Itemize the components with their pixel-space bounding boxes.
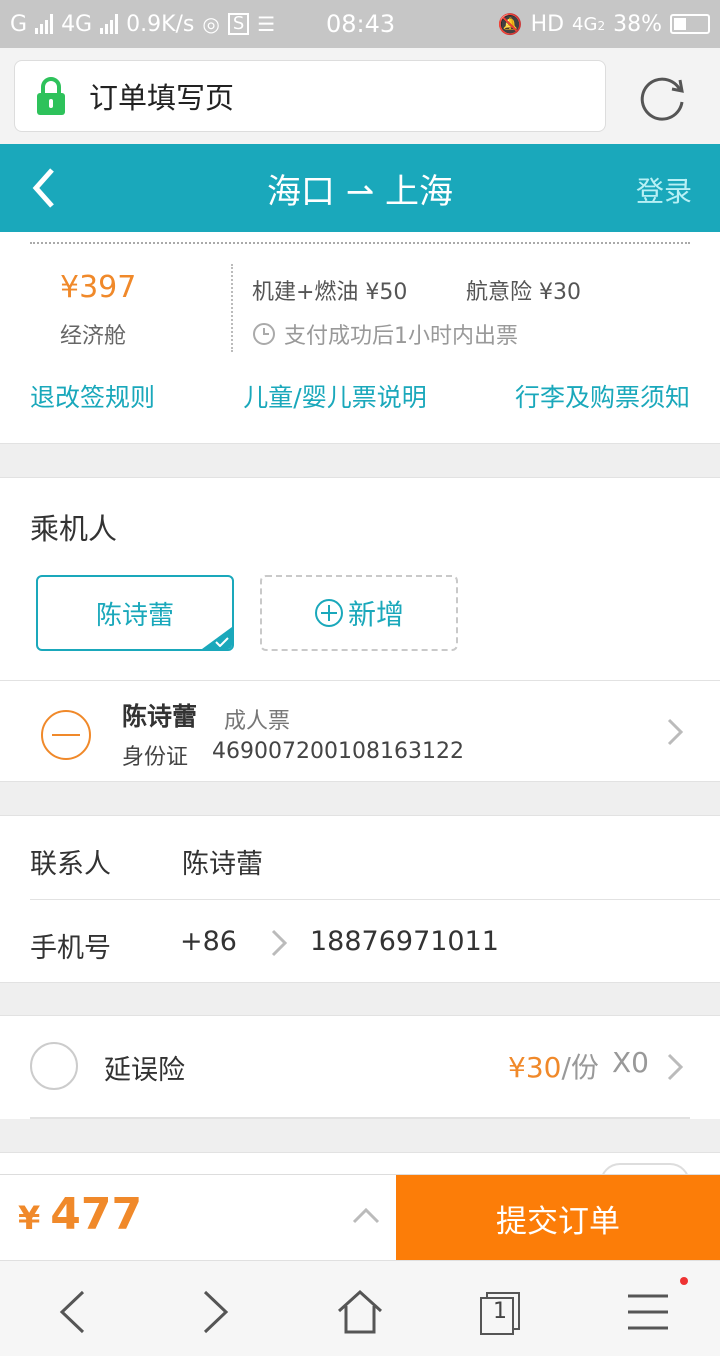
nav-forward-button[interactable] <box>188 1287 244 1337</box>
pay-bar: ¥ 477 提交订单 <box>0 1174 720 1261</box>
chevron-left-icon <box>59 1290 85 1334</box>
country-code-selector[interactable]: +86 <box>180 926 237 957</box>
contact-section: 联系人 陈诗蕾 手机号 +86 18876971011 <box>0 815 720 983</box>
plus-circle-icon <box>314 599 343 627</box>
delay-insurance-label: 延误险 <box>104 1055 185 1086</box>
network-label: 4G <box>61 11 93 37</box>
clock-icon <box>253 323 275 345</box>
status-bar: G 4G 0.9K/s ◎ S ☰ 08:43 🔕 HD 4G2 38% <box>0 0 720 48</box>
tab-count: 1 <box>493 1298 507 1324</box>
page-header: 海口 ⇀ 上海 登录 <box>0 144 720 232</box>
currency-symbol: ¥ <box>18 1199 41 1237</box>
issue-note: 支付成功后1小时内出票 <box>252 318 518 350</box>
remove-passenger-icon[interactable] <box>40 709 92 761</box>
fare-card: ¥397 经济舱 机建+燃油 ¥50 航意险 ¥30 支付成功后1小时内出票 退… <box>0 232 720 444</box>
lock-icon <box>37 77 65 115</box>
chevron-right-icon <box>667 718 684 746</box>
passenger-chip-selected[interactable]: 陈诗蕾 <box>36 575 234 651</box>
app-status-icon: ◎ <box>202 12 220 36</box>
signal-icon <box>35 14 54 34</box>
reload-icon[interactable] <box>636 72 688 124</box>
dotted-divider <box>30 242 690 244</box>
issue-note-text: 支付成功后1小时内出票 <box>284 324 518 349</box>
battery-percent: 38% <box>613 11 662 37</box>
ticket-type: 成人票 <box>224 709 291 734</box>
nav-home-button[interactable] <box>332 1287 388 1337</box>
fare-links: 退改签规则 儿童/婴儿票说明 行李及购票须知 <box>30 378 690 414</box>
refund-rules-link[interactable]: 退改签规则 <box>30 378 155 414</box>
next-row <box>0 1152 720 1203</box>
chevron-right-icon[interactable] <box>270 928 288 958</box>
nav-menu-button[interactable] <box>620 1287 676 1337</box>
mute-bell-icon: 🔕 <box>497 12 523 36</box>
chevron-up-icon[interactable] <box>352 1205 380 1225</box>
database-icon: ☰ <box>257 12 276 36</box>
id-number: 469007200108163122 <box>212 739 464 764</box>
chevron-right-icon <box>203 1290 229 1334</box>
s-icon: S <box>227 13 250 35</box>
net-type: 4G2 <box>572 13 606 35</box>
battery-icon <box>670 14 710 34</box>
browser-nav-bar <box>0 1260 720 1356</box>
login-link[interactable]: 登录 <box>636 170 692 210</box>
vertical-divider <box>231 264 233 352</box>
fare-price: ¥397 <box>60 270 137 305</box>
contact-label: 联系人 <box>30 849 111 880</box>
id-type: 身份证 <box>122 745 189 770</box>
divider <box>30 899 720 900</box>
chevron-right-icon <box>667 1053 684 1081</box>
delay-insurance-count: X0 <box>612 1046 649 1079</box>
phone-field[interactable]: 18876971011 <box>310 926 499 957</box>
nav-back-button[interactable] <box>44 1287 100 1337</box>
passenger-row[interactable]: 陈诗蕾 成人票 身份证 469007200108163122 <box>0 681 720 782</box>
add-passenger-label: 新增 <box>347 598 404 631</box>
cabin-class: 经济舱 <box>60 324 127 349</box>
contact-name-field[interactable]: 陈诗蕾 <box>182 842 263 881</box>
tax-fee: 机建+燃油 ¥50 <box>252 280 408 305</box>
url-field[interactable]: 订单填写页 <box>14 60 606 132</box>
menu-icon <box>628 1294 668 1330</box>
hd-label: HD <box>530 11 565 37</box>
passenger-section-title: 乘机人 <box>30 512 118 546</box>
total-price: ¥ 477 <box>18 1189 142 1240</box>
submit-order-button[interactable]: 提交订单 <box>396 1175 720 1261</box>
carrier-label: G <box>10 11 28 37</box>
accident-insurance: 航意险 ¥30 <box>466 280 581 305</box>
total-amount: 477 <box>50 1189 143 1240</box>
passenger-name: 陈诗蕾 <box>122 702 198 731</box>
baggage-notice-link[interactable]: 行李及购票须知 <box>515 378 690 414</box>
clock: 08:43 <box>326 10 396 38</box>
divider <box>30 1117 690 1119</box>
add-passenger-button[interactable]: 新增 <box>260 575 458 651</box>
home-icon <box>337 1289 383 1334</box>
child-ticket-link[interactable]: 儿童/婴儿票说明 <box>243 378 426 414</box>
delay-insurance-price: ¥30/份 <box>508 1051 599 1084</box>
delay-insurance-row[interactable]: 延误险 ¥30/份 X0 <box>0 1015 720 1119</box>
passenger-section: 乘机人 陈诗蕾 新增 <box>0 477 720 681</box>
address-bar: 订单填写页 <box>0 48 720 144</box>
route-title: 海口 ⇀ 上海 <box>266 172 454 212</box>
notification-dot <box>680 1277 688 1285</box>
page-title: 订单填写页 <box>89 81 235 115</box>
phone-label: 手机号 <box>30 933 111 964</box>
signal-icon-2 <box>100 14 119 34</box>
net-speed: 0.9K/s <box>126 11 195 37</box>
check-icon <box>215 637 229 647</box>
delay-insurance-checkbox[interactable] <box>30 1042 78 1090</box>
passenger-chip-label: 陈诗蕾 <box>95 600 174 631</box>
